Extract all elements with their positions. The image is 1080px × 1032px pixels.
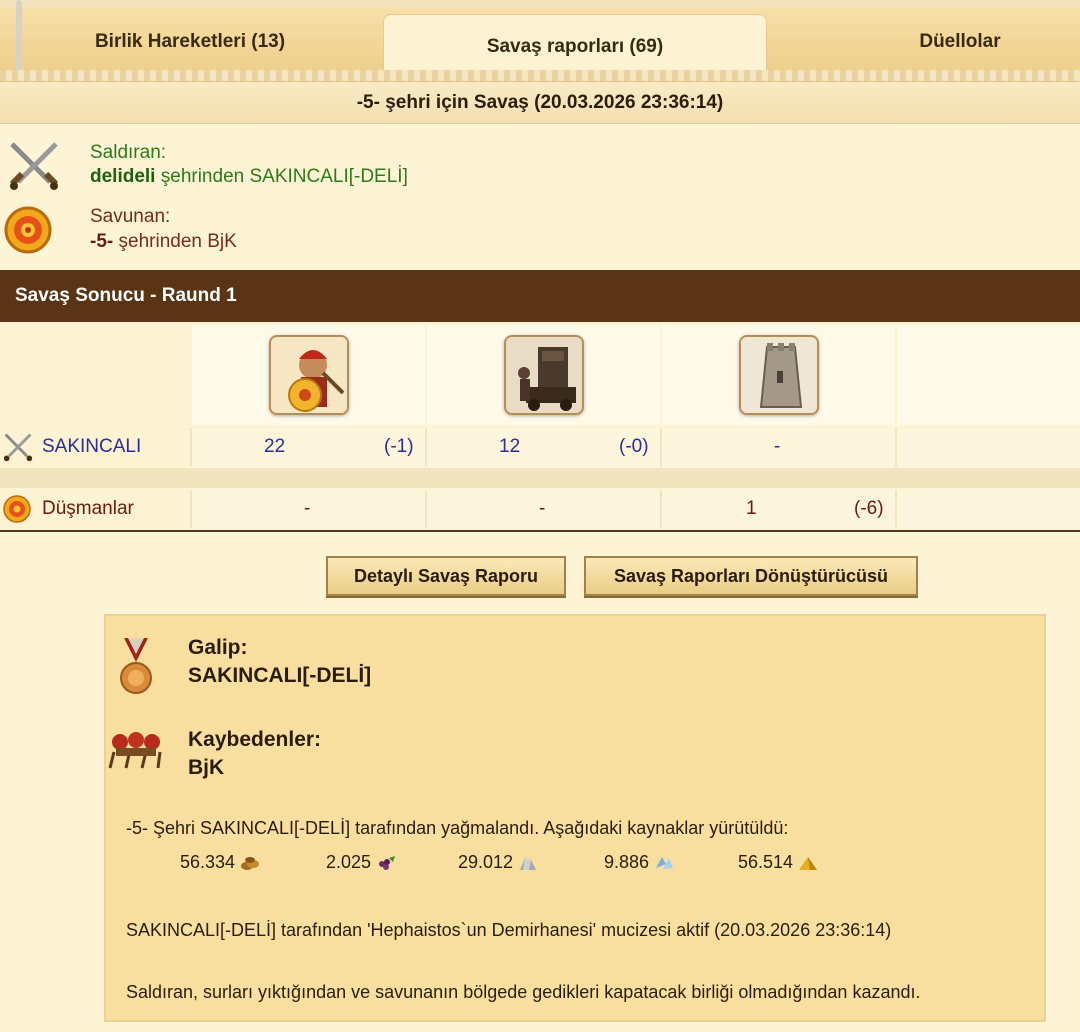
attacker-label: Saldıran: [90, 142, 167, 163]
defeated-soldiers-icon [108, 732, 162, 769]
battle-result-panel: Galip: SAKINCALI[-DELİ] Kaybedenler: BjK… [104, 614, 1046, 1022]
row-spacer [0, 468, 1080, 488]
losers-name[interactable]: BjK [188, 756, 224, 780]
unit-cell [427, 325, 660, 425]
attacker-section: Saldıran: delideli şehrinden SAKINCALI[-… [0, 134, 1080, 194]
unit-cell [662, 325, 895, 425]
stat-cell: 12 (-0) [427, 428, 660, 466]
detailed-report-button[interactable]: Detaylı Savaş Raporu [326, 556, 566, 596]
unit-count: 12 [499, 436, 521, 457]
defender-name: -5- şehrinden BjK [90, 231, 237, 253]
unit-count: 22 [264, 436, 286, 457]
attacker-player[interactable]: şehrinden SAKINCALI[-DELİ] [155, 166, 408, 187]
wall-unit-icon[interactable] [738, 335, 819, 415]
unit-count: - [304, 498, 311, 519]
stat-cell-empty [897, 490, 1080, 528]
defender-city-link[interactable]: -5- [90, 231, 113, 252]
wine-icon [379, 855, 396, 870]
shield-icon [3, 495, 31, 523]
attacker-row-label: SAKINCALI [0, 428, 190, 466]
attacker-units-row: SAKINCALI 22 (-1) 12 (-0) - [0, 428, 1080, 466]
decorative-border [0, 70, 1080, 82]
resource-sulfur: 56.514 [738, 852, 819, 873]
resource-crystal: 9.886 [604, 852, 675, 873]
plunder-text: -5- Şehri SAKINCALI[-DELİ] tarafından ya… [126, 818, 789, 838]
resource-value: 9.886 [604, 852, 650, 872]
defender-section: Savunan: -5- şehrinden BjK [0, 200, 1080, 260]
sulfur-icon [799, 856, 818, 870]
unit-loss: (-0) [619, 436, 649, 457]
unit-cell-empty [897, 325, 1080, 425]
enemy-units-row: Düşmanlar - - 1 (-6) [0, 490, 1080, 528]
table-divider [0, 530, 1080, 532]
tab-duels[interactable]: Düellolar [840, 14, 1080, 70]
marble-icon [520, 857, 537, 870]
enemy-row-label: Düşmanlar [0, 490, 190, 528]
tab-troop-movements[interactable]: Birlik Hareketleri (13) [0, 14, 380, 70]
resource-wine: 2.025 [326, 852, 397, 873]
catapult-unit-icon[interactable] [503, 335, 584, 415]
units-row [0, 325, 1080, 425]
shield-icon [4, 206, 52, 254]
resource-value: 2.025 [326, 852, 372, 872]
round-header: Savaş Sonucu - Raund 1 [0, 270, 1080, 322]
stat-cell: - [427, 490, 660, 528]
stat-cell: 22 (-1) [192, 428, 425, 466]
medal-icon [120, 638, 152, 694]
unit-loss: (-6) [854, 498, 884, 519]
stat-cell-empty [897, 428, 1080, 466]
crystal-icon [656, 856, 674, 869]
resource-value: 56.514 [738, 852, 794, 872]
stat-cell: - [192, 490, 425, 528]
unit-cell [192, 325, 425, 425]
winner-label: Galip: [188, 636, 248, 659]
attacker-row-name[interactable]: SAKINCALI [42, 436, 141, 458]
stat-cell: 1 (-6) [662, 490, 895, 528]
unit-count: - [774, 436, 781, 457]
tab-battle-reports[interactable]: Savaş raporları (69) [383, 14, 767, 78]
hoplite-unit-icon[interactable] [268, 335, 349, 415]
crossed-swords-icon [3, 433, 33, 462]
report-title: -5- şehri için Savaş (20.03.2026 23:36:1… [0, 82, 1080, 124]
unit-loss: (-1) [384, 436, 414, 457]
wood-icon [241, 856, 260, 870]
defender-player[interactable]: şehrinden BjK [113, 231, 237, 252]
unit-count: - [539, 498, 546, 519]
losers-label: Kaybedenler: [188, 728, 322, 751]
resource-value: 56.334 [180, 852, 236, 872]
victory-reason-text: Saldıran, surları yıktığından ve savunan… [126, 982, 921, 1002]
winner-name[interactable]: SAKINCALI[-DELİ] [188, 664, 371, 688]
wonder-text: SAKINCALI[-DELİ] tarafından 'Hephaistos`… [126, 920, 892, 940]
crossed-swords-icon [9, 142, 59, 190]
resource-value: 29.012 [458, 852, 514, 872]
enemy-row-name: Düşmanlar [42, 498, 134, 519]
resource-wood: 56.334 [180, 852, 261, 873]
stat-cell: - [662, 428, 895, 466]
attacker-name: delideli şehrinden SAKINCALI[-DELİ] [90, 166, 408, 188]
attacker-city-link[interactable]: delideli [90, 166, 155, 187]
report-converter-button[interactable]: Savaş Raporları Dönüştürücüsü [584, 556, 918, 596]
tab-bar: Birlik Hareketleri (13) Savaş raporları … [0, 0, 1080, 78]
unit-count: 1 [746, 498, 757, 519]
defender-label: Savunan: [90, 206, 171, 227]
resource-marble: 29.012 [458, 852, 539, 873]
